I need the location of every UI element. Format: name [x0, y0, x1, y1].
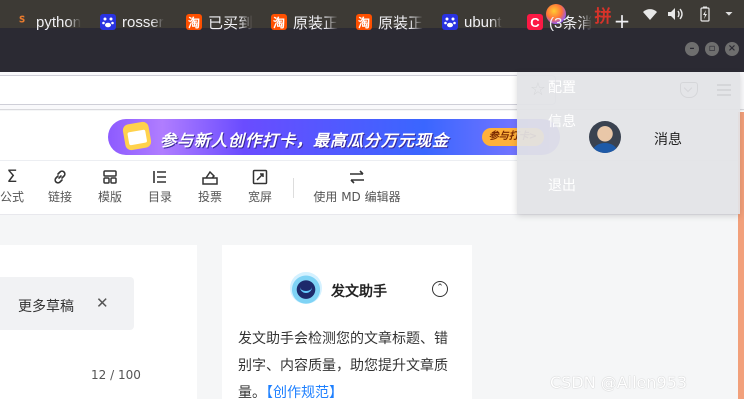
input-method-indicator[interactable]: 拼 [592, 3, 614, 27]
minimize-button[interactable]: – [685, 42, 699, 56]
menu-item-messages[interactable]: 消息 [654, 129, 682, 149]
avatar[interactable] [589, 121, 621, 153]
creation-guidelines-link[interactable]: 【创作规范】 [266, 385, 343, 399]
browser-tab-bar [0, 28, 744, 72]
toc-icon [148, 166, 172, 188]
tab-python[interactable]: ᔆ python [14, 10, 82, 34]
toolbar-divider [293, 178, 294, 198]
switch-editor-icon [345, 166, 369, 188]
battery-icon[interactable] [697, 3, 713, 25]
vote-icon [198, 166, 222, 188]
toolbar-template[interactable]: 模版 [96, 166, 124, 210]
tab-label: (3条消 [549, 14, 593, 32]
toolbar-label: 宽屏 [247, 190, 272, 204]
widescreen-icon [248, 166, 272, 188]
panel-menu-icon[interactable]: ⏷ [722, 3, 736, 25]
volume-icon[interactable] [667, 3, 685, 25]
menu-item-logout[interactable]: 退出 [548, 175, 576, 195]
toolbar-vote[interactable]: 投票 [196, 166, 224, 210]
more-drafts-link[interactable]: 更多草稿 [18, 296, 74, 316]
close-icon[interactable]: ✕ [96, 294, 109, 312]
toolbar-switch-md-editor[interactable]: 使用 MD 编辑器 [312, 166, 402, 210]
new-tab-button[interactable]: + [612, 10, 632, 34]
taobao-icon: 淘 [356, 14, 372, 30]
menu-item-info[interactable]: 信息 [548, 111, 576, 131]
title-char-counter: 12 / 100 [91, 368, 141, 382]
toolbar-label: 公式 [0, 190, 24, 204]
toolbar-label: 目录 [147, 190, 172, 204]
wifi-icon[interactable] [641, 3, 659, 25]
assistant-description: 发文助手会检测您的文章标题、错别字、内容质量，助您提升文章质量。【创作规范】 [238, 326, 454, 399]
formula-icon: Σ [6, 167, 18, 187]
toolbar-label: 链接 [47, 190, 72, 204]
tab-label: python [36, 13, 82, 31]
template-icon [98, 166, 122, 188]
tab-ubuntu[interactable]: ubunt [442, 10, 510, 34]
tab-label: 原装正 [293, 14, 339, 32]
tab-taobao-item-2[interactable]: 淘 原装正 [356, 10, 424, 34]
menu-item-settings[interactable]: 配置 [548, 77, 576, 97]
link-icon [48, 166, 72, 188]
toolbar-toc[interactable]: 目录 [146, 166, 174, 210]
calendar-icon [121, 120, 153, 152]
toolbar-link[interactable]: 链接 [46, 166, 74, 210]
assistant-robot-icon [290, 272, 322, 304]
maximize-button[interactable]: ▫ [705, 42, 719, 56]
banner-text: 参与新人创作打卡，最高瓜分万元现金 [160, 131, 450, 150]
tab-rosser[interactable]: rosser [100, 10, 168, 34]
baidu-paw-icon [442, 14, 458, 30]
tab-label: ubunt [464, 13, 502, 31]
toolbar-label: 模版 [97, 190, 122, 204]
baidu-paw-icon [100, 14, 116, 30]
toolbar-label: 使用 MD 编辑器 [313, 190, 401, 204]
toolbar-label: 投票 [197, 190, 222, 204]
toolbar-widescreen[interactable]: 宽屏 [246, 166, 274, 210]
tab-taobao-orders[interactable]: 淘 已买到 [186, 10, 254, 34]
toolbar-formula[interactable]: Σ 公式 [0, 166, 26, 210]
csdn-icon: C [527, 14, 543, 30]
taobao-icon: 淘 [186, 14, 202, 30]
tab-label: 已买到 [208, 14, 254, 32]
assistant-title: 发文助手 [331, 284, 387, 300]
tab-taobao-item-1[interactable]: 淘 原装正 [271, 10, 339, 34]
python-icon: ᔆ [18, 14, 26, 31]
url-bar[interactable] [0, 75, 556, 105]
tab-csdn-messages[interactable]: C (3条消 [527, 10, 595, 34]
tab-label: rosser [122, 13, 164, 31]
tab-label: 原装正 [378, 14, 424, 32]
watermark: CSDN @Allen953 [550, 373, 688, 392]
close-window-button[interactable]: × [725, 42, 739, 56]
collapse-chevron-up-icon[interactable]: ⌃ [432, 281, 448, 297]
taobao-icon: 淘 [271, 14, 287, 30]
promo-banner[interactable]: 参与新人创作打卡，最高瓜分万元现金 参与打卡> [108, 119, 560, 155]
